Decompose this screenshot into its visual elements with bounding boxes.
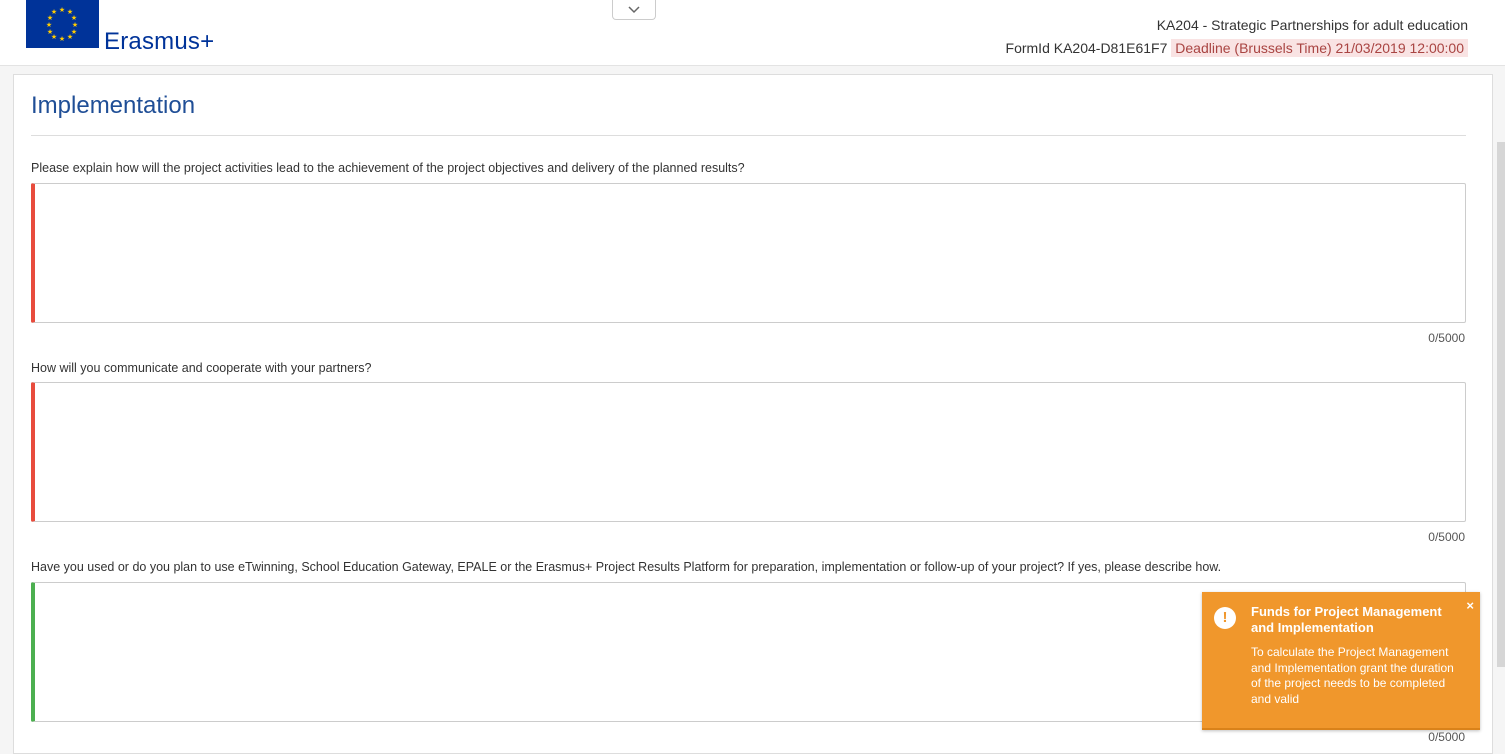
section-title: Implementation: [31, 92, 196, 119]
form-meta: FormId KA204-D81E61F7 Deadline (Brussels…: [1006, 37, 1468, 60]
svg-text:★: ★: [51, 33, 57, 41]
svg-text:★: ★: [59, 35, 65, 43]
form-id: FormId KA204-D81E61F7: [1005, 40, 1168, 56]
char-counter-2: 0/5000: [1428, 530, 1465, 544]
deadline-badge: Deadline (Brussels Time) 21/03/2019 12:0…: [1171, 39, 1468, 57]
toast-title: Funds for Project Management and Impleme…: [1251, 604, 1442, 635]
char-counter-1: 0/5000: [1428, 331, 1465, 345]
header-toggle-button[interactable]: [612, 0, 656, 20]
notification-toast: ! Funds for Project Management and Imple…: [1202, 592, 1480, 730]
eu-flag-logo: ★ ★ ★ ★ ★ ★ ★ ★ ★ ★ ★ ★: [26, 0, 99, 48]
divider: [31, 135, 1466, 136]
app-header: ★ ★ ★ ★ ★ ★ ★ ★ ★ ★ ★ ★ Erasmus+ KA204 -…: [0, 0, 1505, 66]
svg-text:★: ★: [67, 33, 73, 41]
close-icon[interactable]: ×: [1466, 598, 1474, 613]
answer-textarea-2[interactable]: [31, 382, 1466, 522]
question-label-1: Please explain how will the project acti…: [31, 161, 745, 175]
toast-message: To calculate the Project Management and …: [1251, 645, 1454, 706]
exclamation-icon: !: [1214, 607, 1236, 629]
svg-text:★: ★: [59, 6, 65, 14]
header-info: KA204 - Strategic Partnerships for adult…: [1006, 14, 1468, 60]
action-type: KA204 - Strategic Partnerships for adult…: [1156, 17, 1468, 33]
question-label-3: Have you used or do you plan to use eTwi…: [31, 560, 1222, 574]
question-label-2: How will you communicate and cooperate w…: [31, 361, 372, 375]
scrollbar[interactable]: [1497, 142, 1505, 667]
char-counter-3: 0/5000: [1428, 730, 1465, 744]
answer-textarea-1[interactable]: [31, 183, 1466, 323]
brand-name: Erasmus+: [104, 28, 215, 55]
chevron-down-icon: [628, 5, 640, 13]
